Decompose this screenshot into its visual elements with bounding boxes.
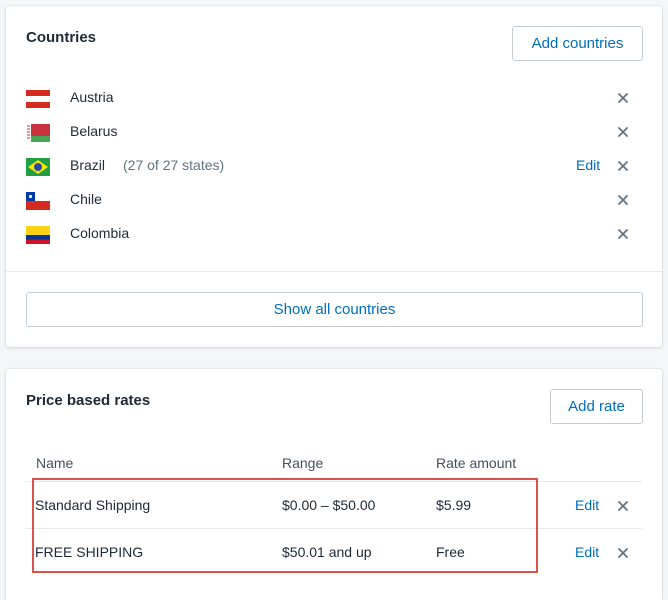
remove-austria-icon[interactable] xyxy=(616,91,630,105)
table-row: FREE SHIPPING $50.01 and up Free Edit xyxy=(26,528,642,575)
chile-flag-icon xyxy=(26,192,50,210)
country-states-count: (27 of 27 states) xyxy=(123,157,225,173)
country-name: Chile xyxy=(70,191,102,207)
country-name: Colombia xyxy=(70,225,130,241)
add-countries-button[interactable]: Add countries xyxy=(512,26,643,61)
rate-name: Standard Shipping xyxy=(35,497,151,513)
remove-brazil-icon[interactable] xyxy=(616,159,630,173)
country-name: Brazil xyxy=(70,157,106,173)
country-name: Belarus xyxy=(70,123,118,139)
remove-chile-icon[interactable] xyxy=(616,193,630,207)
price-rates-title: Price based rates xyxy=(26,392,151,409)
brazil-flag-icon xyxy=(26,158,50,176)
add-rate-button[interactable]: Add rate xyxy=(550,389,643,424)
edit-rate-link[interactable]: Edit xyxy=(575,497,599,513)
country-row-austria: Austria xyxy=(6,80,662,114)
edit-rate-link[interactable]: Edit xyxy=(575,544,599,560)
remove-belarus-icon[interactable] xyxy=(616,125,630,139)
remove-colombia-icon[interactable] xyxy=(616,227,630,241)
rate-amount: $5.99 xyxy=(436,497,472,513)
country-row-brazil: Brazil (27 of 27 states) Edit xyxy=(6,148,662,182)
country-row-belarus: Belarus xyxy=(6,114,662,148)
country-name: Austria xyxy=(70,89,114,105)
table-row: Standard Shipping $0.00 – $50.00 $5.99 E… xyxy=(26,481,642,528)
remove-rate-icon[interactable] xyxy=(616,499,630,513)
rate-amount: Free xyxy=(436,544,465,560)
column-header-range: Range xyxy=(282,455,324,471)
rate-range: $0.00 – $50.00 xyxy=(282,497,376,513)
belarus-flag-icon xyxy=(26,124,50,142)
countries-title: Countries xyxy=(26,29,97,46)
country-row-colombia: Colombia xyxy=(6,216,662,250)
remove-rate-icon[interactable] xyxy=(616,546,630,560)
edit-brazil-link[interactable]: Edit xyxy=(576,157,600,173)
colombia-flag-icon xyxy=(26,226,50,244)
column-header-rate-amount: Rate amount xyxy=(436,455,517,471)
column-header-name: Name xyxy=(36,455,74,471)
country-row-chile: Chile xyxy=(6,182,662,216)
rate-range: $50.01 and up xyxy=(282,544,372,560)
countries-card: Countries Add countries Austria Belarus xyxy=(6,6,662,347)
price-rates-card: Price based rates Add rate Name Range Ra… xyxy=(6,369,662,600)
austria-flag-icon xyxy=(26,90,50,108)
show-all-countries-button[interactable]: Show all countries xyxy=(26,292,643,327)
rate-name: FREE SHIPPING xyxy=(35,544,144,560)
countries-divider xyxy=(6,271,662,272)
